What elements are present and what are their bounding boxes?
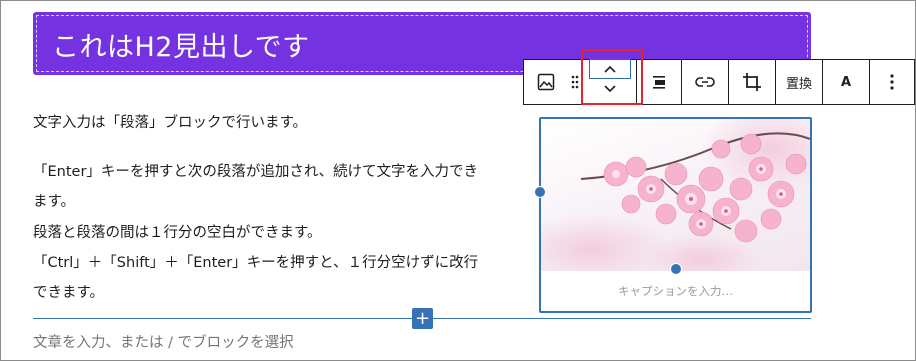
more-options-icon[interactable] bbox=[870, 60, 914, 104]
text-format-button[interactable]: A bbox=[823, 60, 869, 104]
paragraph-2-line-3[interactable]: 段落と段落の間は１行分の空白ができます。 bbox=[33, 218, 322, 248]
resize-handle-bottom[interactable] bbox=[670, 263, 682, 275]
replace-button[interactable]: 置換 bbox=[776, 60, 822, 104]
add-block-button[interactable]: + bbox=[412, 308, 433, 329]
drag-handle-icon[interactable] bbox=[568, 60, 582, 104]
link-icon[interactable] bbox=[682, 60, 728, 104]
paragraph-2-line-2[interactable]: ます。 bbox=[33, 187, 75, 217]
align-icon[interactable] bbox=[637, 60, 681, 104]
crop-icon[interactable] bbox=[729, 60, 775, 104]
mover-highlight-box bbox=[581, 49, 643, 105]
paragraph-2-line-5[interactable]: できます。 bbox=[33, 278, 104, 308]
heading-text[interactable]: これはH2見出しです bbox=[52, 25, 310, 64]
caption-input[interactable]: キャプションを入力… bbox=[541, 283, 810, 299]
cherry-blossom-image[interactable] bbox=[541, 119, 810, 271]
paragraph-2-line-4[interactable]: 「Ctrl」＋「Shift」＋「Enter」キーを押すと、１行分空けずに改行 bbox=[33, 248, 478, 278]
image-icon[interactable] bbox=[524, 60, 568, 104]
resize-handle-left[interactable] bbox=[534, 186, 546, 198]
empty-block-placeholder[interactable]: 文章を入力、または / でブロックを選択 bbox=[33, 331, 294, 352]
paragraph-2-line-1[interactable]: 「Enter」キーを押すと次の段落が追加され、続けて文字を入力でき bbox=[33, 157, 478, 187]
paragraph-1[interactable]: 文字入力は「段落」ブロックで行います。 bbox=[33, 108, 307, 138]
image-block[interactable]: キャプションを入力… bbox=[539, 117, 812, 313]
